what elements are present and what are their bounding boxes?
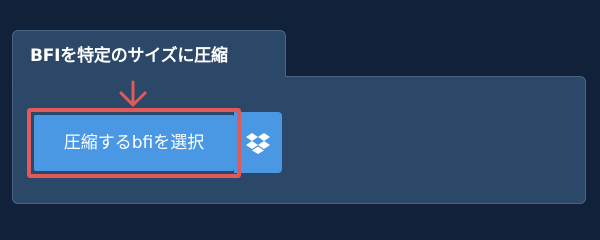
dropbox-icon <box>246 133 270 154</box>
panel-title: BFIを特定のサイズに圧縮 <box>30 46 228 66</box>
select-file-button[interactable]: 圧縮するbfiを選択 <box>34 115 234 171</box>
dropbox-button[interactable] <box>234 112 282 173</box>
compress-widget: BFIを特定のサイズに圧縮 圧縮するbfiを選択 <box>0 0 600 230</box>
arrow-down-icon <box>119 80 147 107</box>
